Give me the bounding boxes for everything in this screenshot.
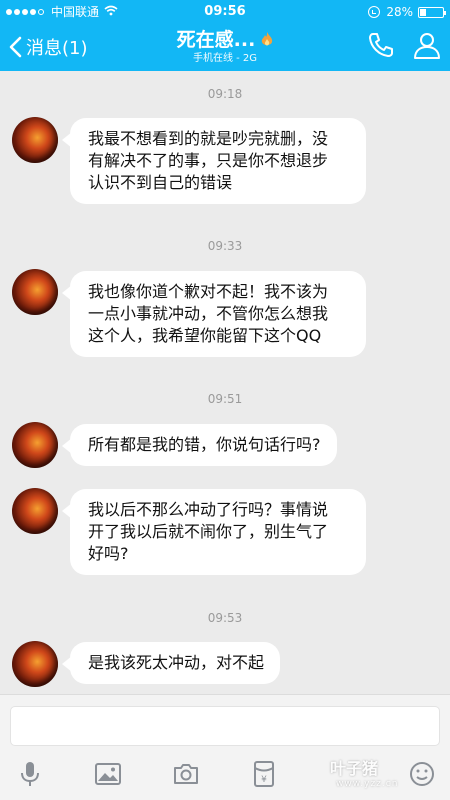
watermark-url: www.yzz.cn — [336, 779, 399, 789]
contact-avatar[interactable] — [12, 117, 58, 163]
chat-area[interactable]: 09:18 我最不想看到的就是吵完就删，没 有解决不了的事，只是你不想退步 认识… — [0, 71, 450, 694]
input-bar — [0, 694, 450, 750]
svg-text:¥: ¥ — [261, 775, 267, 785]
chat-title-area[interactable]: 死在感... 手机在线 - 2G — [120, 28, 330, 66]
message-line: 开了我以后就不闹你了，别生气了 — [88, 522, 329, 541]
contact-avatar[interactable] — [12, 641, 58, 687]
red-packet-icon: ¥ — [254, 761, 274, 787]
site-watermark: 叶子猪 www.yzz.cn — [330, 753, 440, 797]
message-line: 这个人，我希望你能留下这个QQ — [88, 326, 322, 345]
message-line: 我也像你道个歉对不起！我不该为 — [88, 282, 329, 301]
online-status: 手机在线 - 2G — [192, 53, 258, 64]
message-input[interactable] — [10, 706, 440, 746]
message-line: 有解决不了的事，只是你不想退步 — [88, 151, 329, 170]
phone-icon — [369, 33, 393, 57]
person-icon — [414, 33, 440, 59]
watermark-text: 叶子猪 — [330, 759, 379, 778]
microphone-icon — [21, 762, 39, 786]
battery-icon — [418, 6, 446, 18]
message-line: 认识不到自己的错误 — [88, 173, 233, 192]
chat-title: 死在感... — [176, 29, 256, 51]
message-line: 我以后不那么冲动了行吗？事情说 — [88, 500, 329, 519]
message-bubble[interactable]: 我最不想看到的就是吵完就删，没 有解决不了的事，只是你不想退步 认识不到自己的错… — [62, 118, 366, 204]
flame-icon — [261, 29, 273, 46]
battery-percent: 28% — [386, 5, 413, 19]
message-line: 好吗? — [88, 544, 129, 563]
status-bar: 中国联通 09:56 28% — [0, 0, 450, 24]
message-bubble[interactable]: 我以后不那么冲动了行吗？事情说 开了我以后就不闹你了，别生气了 好吗? — [62, 489, 366, 575]
contact-avatar[interactable] — [12, 422, 58, 468]
contact-profile-button[interactable] — [412, 30, 442, 60]
back-label: 消息(1) — [26, 38, 88, 59]
red-packet-button[interactable]: ¥ — [250, 760, 278, 788]
top-bar: 中国联通 09:56 28% 消息(1) 死在感... 手机在线 - 2G — [0, 0, 450, 71]
contact-avatar[interactable] — [12, 488, 58, 534]
camera-icon — [174, 764, 198, 784]
message-bubble[interactable]: 所有都是我的错，你说句话行吗? — [62, 424, 337, 466]
message-bubble[interactable]: 是我该死太冲动，对不起 — [61, 642, 281, 684]
rotation-lock-icon — [368, 6, 381, 18]
back-button[interactable]: 消息(1) — [8, 30, 88, 64]
message-timestamp: 09:33 — [207, 239, 243, 253]
chevron-left-icon — [9, 36, 22, 58]
message-line: 我最不想看到的就是吵完就删，没 — [88, 129, 329, 148]
message-line: 是我该死太冲动，对不起 — [88, 653, 265, 672]
phone-call-button[interactable] — [366, 30, 396, 60]
voice-button[interactable] — [16, 760, 44, 788]
message-bubble[interactable]: 我也像你道个歉对不起！我不该为 一点小事就冲动，不管你怎么想我 这个人，我希望你… — [62, 271, 366, 357]
message-timestamp: 09:53 — [207, 611, 243, 625]
message-timestamp: 09:18 — [207, 87, 243, 101]
contact-avatar[interactable] — [12, 269, 58, 315]
camera-button[interactable] — [172, 760, 200, 788]
message-timestamp: 09:51 — [207, 392, 243, 406]
image-icon — [95, 763, 121, 785]
image-button[interactable] — [94, 760, 122, 788]
message-line: 所有都是我的错，你说句话行吗? — [88, 435, 321, 454]
message-line: 一点小事就冲动，不管你怎么想我 — [88, 304, 329, 323]
